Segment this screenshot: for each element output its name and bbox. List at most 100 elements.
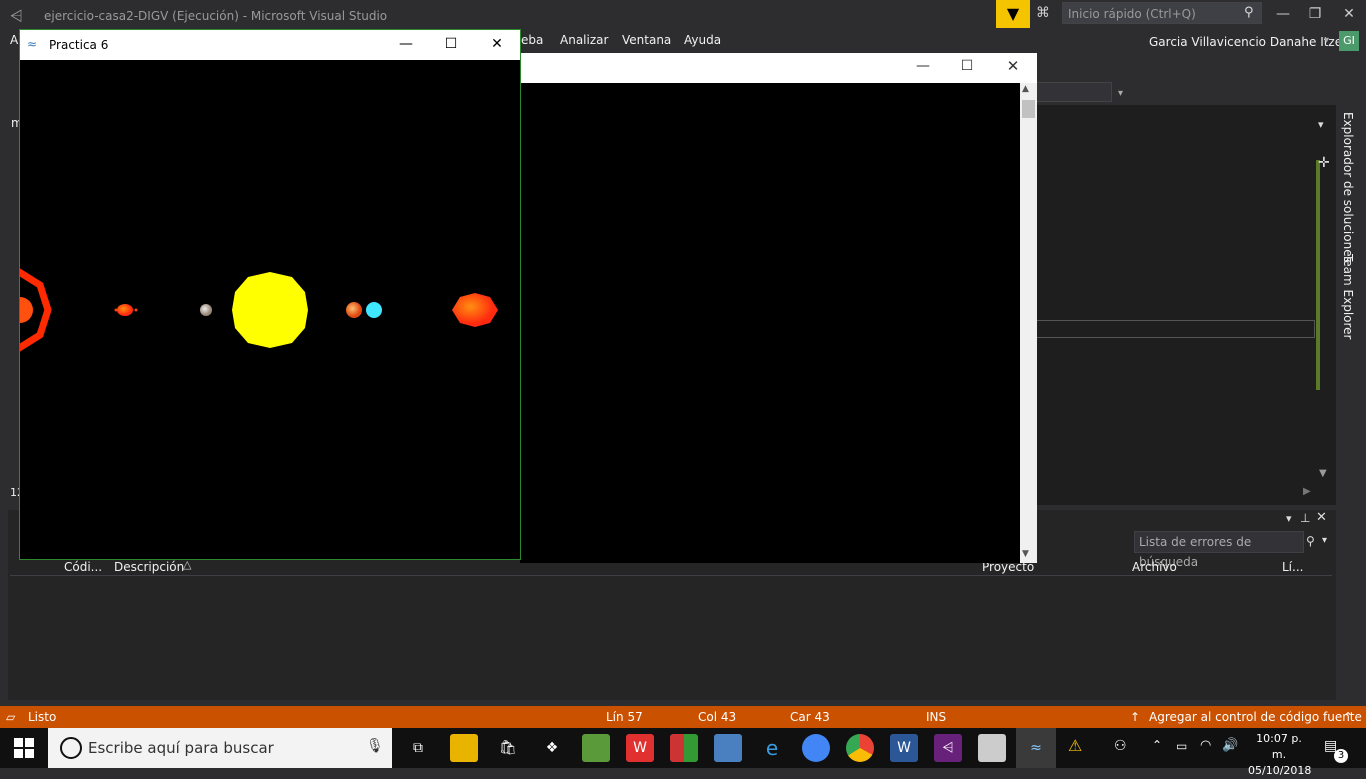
console-maximize-button[interactable]: ☐ [952, 58, 982, 74]
split-icon[interactable]: ✛ [1318, 155, 1330, 171]
status-char: Car 43 [790, 710, 830, 724]
chevron-down-icon[interactable]: ▾ [1318, 118, 1324, 131]
task-view-icon[interactable]: ⧉ [404, 734, 432, 762]
maximize-button[interactable]: ❐ [1300, 6, 1330, 22]
clock-time: 10:07 p. m. [1256, 732, 1302, 761]
change-marker [1316, 160, 1320, 390]
close-icon[interactable]: ✕ [1316, 510, 1327, 525]
arrow-up-icon: ↑ [1130, 710, 1141, 724]
planet-small-red [117, 304, 133, 316]
status-line: Lín 57 [606, 710, 643, 724]
status-col: Col 43 [698, 710, 737, 724]
taskbar-clock[interactable]: 10:07 p. m. 05/10/2018 [1248, 731, 1312, 779]
visual-studio-logo-icon: ⩤ [10, 6, 23, 25]
battery-icon[interactable]: ▭ [1176, 739, 1187, 753]
chevron-down-icon[interactable]: ▾ [1286, 512, 1292, 525]
editor-highlight-line [1030, 320, 1315, 338]
warning-icon[interactable]: ⚠ [1068, 736, 1082, 755]
scroll-down-icon[interactable]: ▼ [1319, 468, 1327, 479]
chevron-down-icon[interactable]: ▾ [1322, 535, 1327, 546]
menu-item-analyze[interactable]: Analizar [560, 33, 608, 47]
taskbar-search-input[interactable]: Escribe aquí para buscar 🎙 [48, 728, 392, 768]
microphone-icon[interactable]: 🎙 [366, 738, 384, 754]
tab-team-explorer[interactable]: Team Explorer [1341, 254, 1355, 340]
scroll-up-icon[interactable]: ▲ [1022, 84, 1029, 94]
editor-area[interactable] [1030, 105, 1336, 505]
chevron-up-icon[interactable]: ⌃ [1343, 710, 1353, 724]
wps-icon[interactable]: W [626, 734, 654, 762]
people-icon[interactable]: ⚇ [1114, 738, 1127, 754]
edge-icon[interactable]: e [758, 734, 786, 762]
chevron-up-icon[interactable]: ⌃ [1152, 738, 1162, 752]
error-search-input[interactable]: Lista de errores de búsqueda [1134, 531, 1304, 569]
planet-cyan [366, 302, 382, 318]
glut-app-icon[interactable]: ≈ [1016, 728, 1056, 768]
volume-icon[interactable]: 🔊 [1222, 738, 1238, 753]
winrar-icon[interactable] [670, 734, 698, 762]
practica-close-button[interactable]: ✕ [482, 36, 512, 52]
column-header-description[interactable]: Descripción [114, 560, 184, 574]
source-control-button[interactable]: Agregar al control de código fuente [1149, 710, 1362, 724]
search-icon[interactable]: ⚲ [1306, 534, 1315, 548]
status-mode: INS [926, 710, 947, 724]
feedback-icon[interactable]: ⌘ [1036, 5, 1050, 21]
photo-icon[interactable] [714, 734, 742, 762]
quick-launch-input[interactable]: Inicio rápido (Ctrl+Q) [1062, 2, 1262, 24]
menu-item-window[interactable]: Ventana [622, 33, 671, 47]
console-close-button[interactable]: ✕ [998, 57, 1028, 75]
sun [232, 272, 308, 348]
windows-start-icon[interactable] [14, 738, 34, 758]
console-scrollbar[interactable] [1020, 83, 1037, 563]
status-state: Listo [28, 710, 57, 724]
scroll-right-icon[interactable]: ▶ [1303, 486, 1311, 497]
column-header-file[interactable]: Archivo [1132, 560, 1177, 574]
search-placeholder: Escribe aquí para buscar [88, 739, 274, 757]
menu-item-help[interactable]: Ayuda [684, 33, 721, 47]
file-explorer-icon[interactable] [450, 734, 478, 762]
console-minimize-button[interactable]: — [908, 58, 938, 74]
app-icon[interactable] [978, 734, 1006, 762]
window-title: ejercicio-casa2-DIGV (Ejecución) - Micro… [44, 9, 388, 23]
config-dropdown[interactable] [1030, 82, 1112, 102]
chrome-alt-icon[interactable] [802, 734, 830, 762]
avatar[interactable]: GI [1339, 31, 1359, 51]
user-name[interactable]: Garcia Villavicencio Danahe Itzel [1149, 35, 1345, 49]
store-icon[interactable]: 🛍 [494, 734, 522, 762]
column-header-code[interactable]: Códi... [64, 560, 102, 574]
close-button[interactable]: ✕ [1334, 6, 1364, 22]
console-scroll-thumb[interactable] [1022, 100, 1035, 118]
far-left-planet [20, 268, 52, 352]
clock-date: 05/10/2018 [1248, 764, 1312, 777]
tab-solution-explorer[interactable]: Explorador de soluciones [1341, 112, 1355, 263]
status-bar: ▱ Listo Lín 57 Col 43 Car 43 INS ↑ Agreg… [0, 706, 1366, 728]
evernote-icon[interactable] [582, 734, 610, 762]
chrome-icon[interactable] [846, 734, 874, 762]
menu-item[interactable]: A [10, 33, 18, 47]
practica-maximize-button[interactable]: ☐ [436, 36, 466, 52]
filter-icon[interactable]: ▼ [996, 0, 1030, 28]
practica-minimize-button[interactable]: — [391, 36, 421, 52]
dropbox-icon[interactable]: ❖ [538, 734, 566, 762]
console-window[interactable] [520, 53, 1037, 563]
chevron-down-icon[interactable]: ▾ [1118, 88, 1123, 99]
practica-title: Practica 6 [49, 38, 109, 52]
column-header-line[interactable]: Lí... [1282, 560, 1303, 574]
status-icon: ▱ [6, 710, 16, 724]
visual-studio-icon[interactable]: ⩤ [934, 734, 962, 762]
scroll-down-icon[interactable]: ▼ [1022, 549, 1029, 559]
moon [114, 308, 118, 312]
solar-system-canvas [20, 268, 498, 352]
app-logo-icon: ≈ [27, 37, 38, 51]
chevron-down-icon[interactable]: ▾ [1324, 35, 1329, 46]
moon [134, 308, 138, 312]
word-icon[interactable]: W [890, 734, 918, 762]
notification-badge: 3 [1334, 749, 1348, 763]
planet-large-red [452, 293, 498, 327]
cortana-icon [60, 737, 82, 759]
minimize-button[interactable]: — [1268, 6, 1298, 22]
pin-icon[interactable]: ⊥ [1300, 511, 1310, 525]
menu-item-test[interactable]: eba [521, 33, 543, 47]
wifi-icon[interactable]: ◠ [1200, 738, 1211, 753]
divider [10, 575, 1332, 576]
search-icon[interactable]: ⚲ [1244, 5, 1254, 20]
